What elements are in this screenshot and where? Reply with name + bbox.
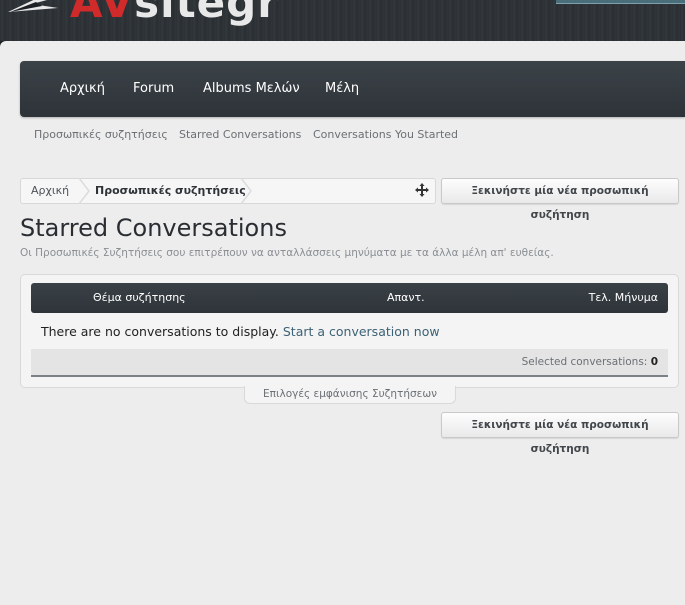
main-navbar: Αρχική Forum Albums Μελών Μέλη (20, 61, 685, 117)
new-conversation-button-bottom[interactable]: Ξεκινήστε μία νέα προσωπική συζήτηση (441, 412, 679, 455)
page-title: Starred Conversations (20, 214, 287, 242)
selected-count: 0 (650, 356, 658, 368)
subnav-started[interactable]: Conversations You Started (313, 128, 458, 142)
site-logo[interactable]: AVsitegr (70, 0, 279, 28)
table-footer: Selected conversations: 0 (31, 349, 668, 377)
breadcrumb-current[interactable]: Προσωπικές συζητήσεις (95, 179, 246, 203)
breadcrumb-separator (240, 178, 252, 204)
column-replies[interactable]: Απαντ. (387, 283, 425, 313)
breadcrumb-separator (78, 178, 90, 204)
selected-conversations: Selected conversations: 0 (522, 349, 658, 375)
move-icon[interactable] (415, 183, 429, 197)
logo-icon (8, 0, 58, 12)
empty-text: There are no conversations to display. (41, 324, 279, 339)
table-header: Θέμα συζήτησης Απαντ. Τελ. Μήνυμα (31, 283, 668, 313)
tab-members[interactable]: Μέλη (325, 61, 359, 117)
selected-label: Selected conversations: (521, 356, 648, 368)
conversations-table: Θέμα συζήτησης Απαντ. Τελ. Μήνυμα There … (20, 274, 679, 388)
breadcrumb-home[interactable]: Αρχική (31, 179, 69, 203)
tab-albums[interactable]: Albums Μελών (203, 61, 300, 117)
subnav-conversations[interactable]: Προσωπικές συζητήσεις (34, 128, 168, 142)
column-title[interactable]: Θέμα συζήτησης (93, 283, 186, 313)
subnav-starred[interactable]: Starred Conversations (179, 128, 301, 142)
page-description: Οι Προσωπικές Συζητήσεις σου επιτρέπουν … (20, 247, 554, 259)
start-conversation-link[interactable]: Start a conversation now (283, 324, 440, 339)
header-banner (556, 0, 685, 4)
tab-forum[interactable]: Forum (133, 61, 174, 117)
display-options-tab[interactable]: Επιλογές εμφάνισης Συζητήσεων (244, 386, 456, 404)
tab-home[interactable]: Αρχική (60, 61, 105, 117)
empty-message: There are no conversations to display. S… (41, 324, 440, 340)
column-last-message[interactable]: Τελ. Μήνυμα (589, 283, 658, 313)
new-conversation-button[interactable]: Ξεκινήστε μία νέα προσωπική συζήτηση (441, 178, 679, 221)
page-content: Αρχική Forum Albums Μελών Μέλη Προσωπικέ… (0, 41, 685, 605)
breadcrumb: Αρχική Προσωπικές συζητήσεις (20, 178, 436, 204)
site-header: AVsitegr (0, 0, 685, 41)
